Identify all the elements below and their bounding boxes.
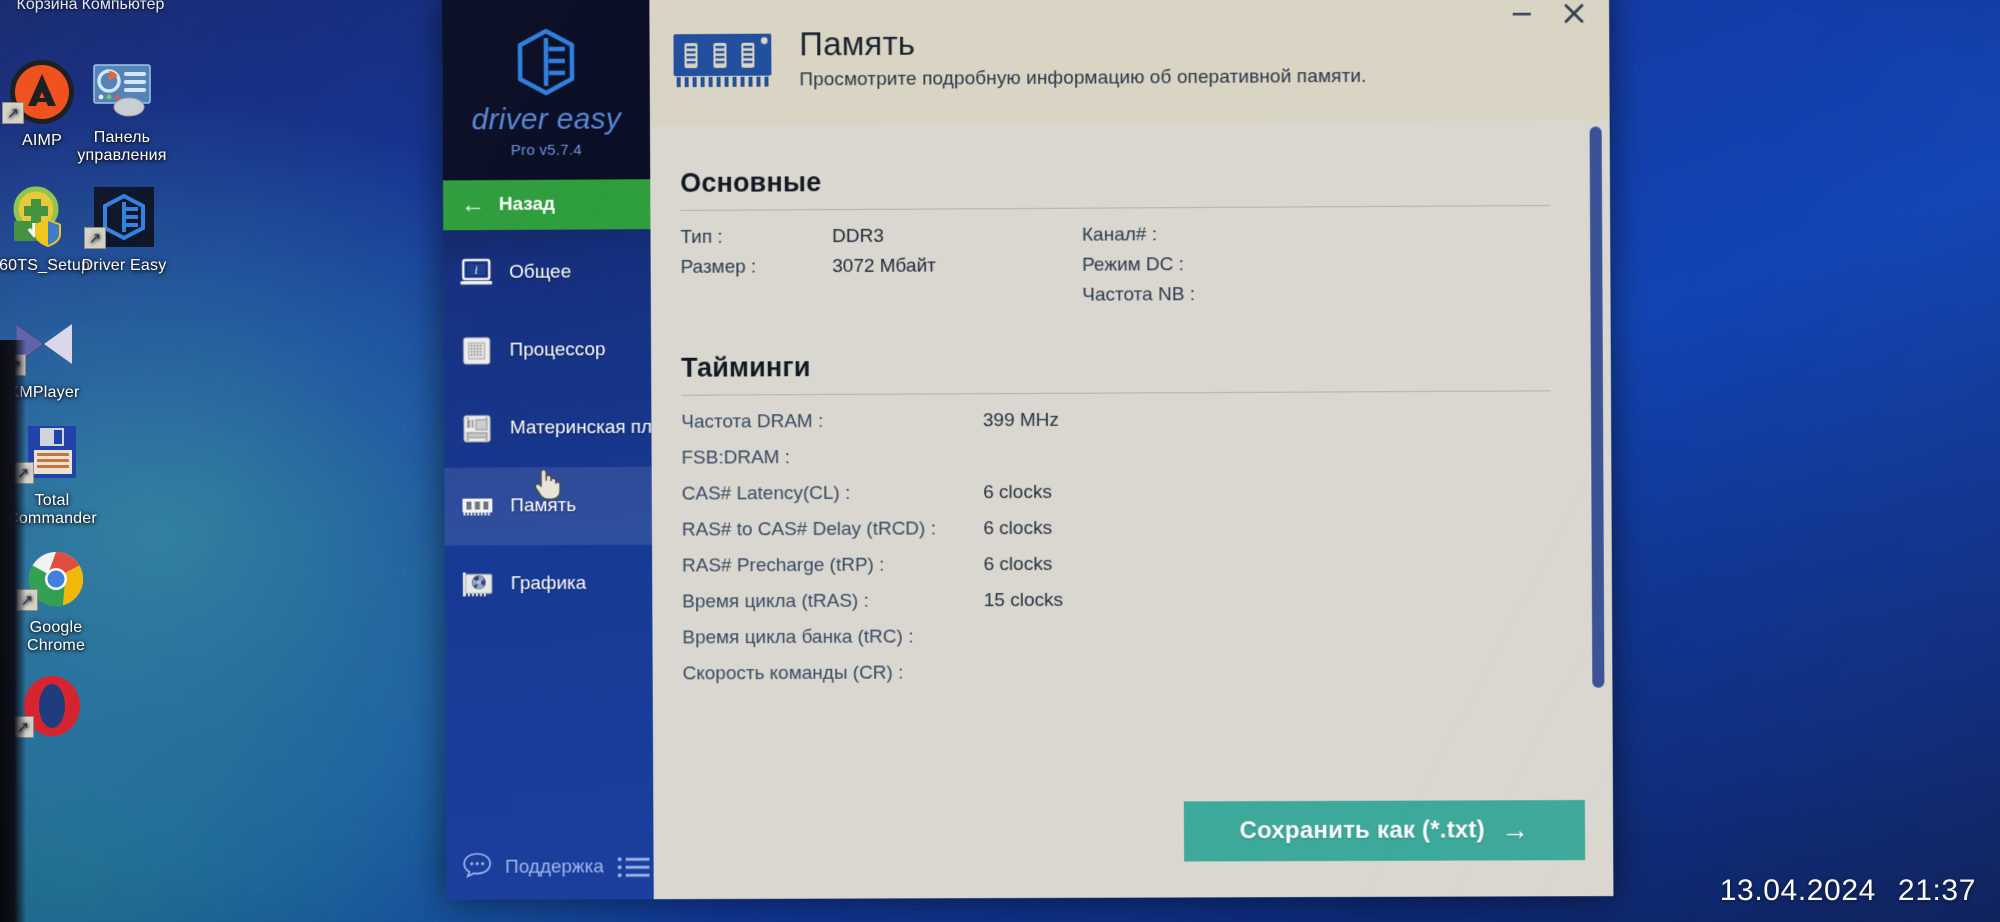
desktop-icon-driver-easy[interactable]: ↗ Driver Easy [54,183,194,275]
brand-name: driver easy [471,101,622,136]
section-divider [680,204,1550,211]
timing-value: 6 clocks [983,481,1052,504]
section-divider [681,390,1551,396]
sidebar-item-label: Общее [509,261,572,283]
sidebar-item-label: Память [510,495,577,517]
sidebar-item-memory[interactable]: Память [444,466,653,546]
ram-icon [460,491,494,523]
timing-value: 6 clocks [983,553,1053,576]
basic-section: Основные Тип : DDR3 Канал# : Размер : 30… [680,163,1550,309]
support-label: Поддержка [505,856,604,878]
desktop: Корзина Компьютер ↗ AIMP Панель управлен… [0,0,2000,922]
basic-key [681,286,833,309]
back-button-label: Назад [498,193,556,216]
main-panel: Память Просмотрите подробную информацию … [649,0,1614,900]
timings-kv-grid: Частота DRAM : 399 MHz FSB:DRAM : CAS# L… [681,407,1552,685]
timing-value [984,660,1552,684]
basic-right-key: Частота NB : [1082,284,1196,306]
brand-version: Pro v5.7.4 [510,141,583,159]
sidebar-item-processor[interactable]: Процессор [444,311,652,390]
motherboard-icon [460,413,494,445]
timing-key: Время цикла банка (tRC) : [682,626,914,649]
chrome-icon: ↗ [16,545,90,613]
gpu-icon [461,568,495,600]
arrow-right-icon: → [1500,814,1530,846]
timings-section: Тайминги Частота DRAM : 399 MHz FSB:DRAM… [681,348,1552,685]
content-scrollbar[interactable] [1589,126,1605,688]
panel-titlebar: Память Просмотрите подробную информацию … [649,0,1610,127]
back-arrow-icon: ← [460,191,485,219]
svg-text:i: i [475,263,478,277]
basic-key: Тип : [680,226,723,248]
support-link[interactable]: Поддержка [446,835,654,900]
taskbar-clock[interactable]: 13.04.2024 21:37 [1720,874,1976,908]
shortcut-overlay-icon: ↗ [84,227,106,249]
cpu-icon [460,335,494,367]
sidebar-nav: i Общее Процессор Материнская плата Памя… [443,229,654,836]
clock-date: 13.04.2024 [1719,874,1876,907]
screen-bezel-edge [0,340,26,922]
basic-kv-grid: Тип : DDR3 Канал# : Размер : 3072 Мбайт … [680,222,1550,309]
save-bar: Сохранить как (*.txt) → [653,783,1614,900]
timing-key: Время цикла (tRAS) : [682,590,869,613]
driver-easy-logo-icon [518,28,576,95]
timing-key: FSB:DRAM : [681,447,791,469]
sidebar-item-graphics[interactable]: Графика [445,545,653,624]
shortcut-overlay-icon: ↗ [2,102,24,124]
section-title-timings: Тайминги [681,352,811,383]
page-title: Память [799,24,916,63]
timing-value: 399 MHz [982,409,1059,432]
sidebar: driver easy Pro v5.7.4 ← Назад i Общее П… [442,0,654,900]
content-area: Основные Тип : DDR3 Канал# : Размер : 30… [649,120,1613,788]
section-title-basic: Основные [680,167,822,199]
basic-key: Размер : [680,256,757,278]
total-commander-icon: ↗ [12,418,86,486]
close-icon[interactable] [1559,0,1589,29]
timing-value [983,443,1551,468]
window-controls [1507,0,1589,29]
timing-key: CAS# Latency(CL) : [681,482,851,505]
sidebar-item-general[interactable]: i Общее [443,233,651,312]
sidebar-item-label: Процессор [509,339,606,361]
control-panel-icon [88,55,156,123]
desktop-icon-control-panel[interactable]: Панель управления [52,55,192,166]
desktop-icon-label: Driver Easy [81,257,167,274]
basic-right-key: Канал# : [1081,224,1157,246]
timing-key: Скорость команды (CR) : [682,662,904,685]
basic-value [832,285,1082,308]
desktop-icon-label: Панель управления [77,129,167,165]
timing-value [984,624,1552,648]
clock-time: 21:37 [1897,874,1976,907]
save-as-txt-button[interactable]: Сохранить как (*.txt) → [1183,800,1586,862]
timing-value: 15 clocks [983,589,1064,612]
driver-easy-window: driver easy Pro v5.7.4 ← Назад i Общее П… [442,0,1614,900]
basic-value: 3072 Мбайт [832,255,936,278]
timing-key: RAS# to CAS# Delay (tRCD) : [681,518,936,541]
timing-key: RAS# Precharge (tRP) : [681,554,885,577]
memory-module-icon [674,33,773,88]
basic-value: DDR3 [832,225,884,248]
timing-value: 6 clocks [983,517,1053,540]
page-subtitle: Просмотрите подробную информацию об опер… [799,65,1367,91]
basic-right-key: Режим DC : [1082,254,1185,276]
laptop-info-icon: i [459,257,494,289]
chat-bubble-icon [462,852,492,884]
opera-icon: ↗ [12,672,86,740]
timing-key: Частота DRAM : [681,411,824,433]
minimize-icon[interactable] [1507,0,1537,29]
sidebar-item-motherboard[interactable]: Материнская плата [444,389,654,468]
back-button[interactable]: ← Назад [442,179,651,231]
sidebar-item-label: Графика [510,572,587,595]
sidebar-item-label: Материнская плата [509,416,654,439]
brand-area: driver easy Pro v5.7.4 [442,0,651,181]
save-button-label: Сохранить как (*.txt) [1239,816,1485,845]
driver-easy-icon: ↗ [84,183,158,251]
scrollbar-thumb[interactable] [1589,126,1605,688]
desktop-label-computer: Компьютер [81,0,165,13]
list-menu-icon[interactable] [617,855,651,879]
